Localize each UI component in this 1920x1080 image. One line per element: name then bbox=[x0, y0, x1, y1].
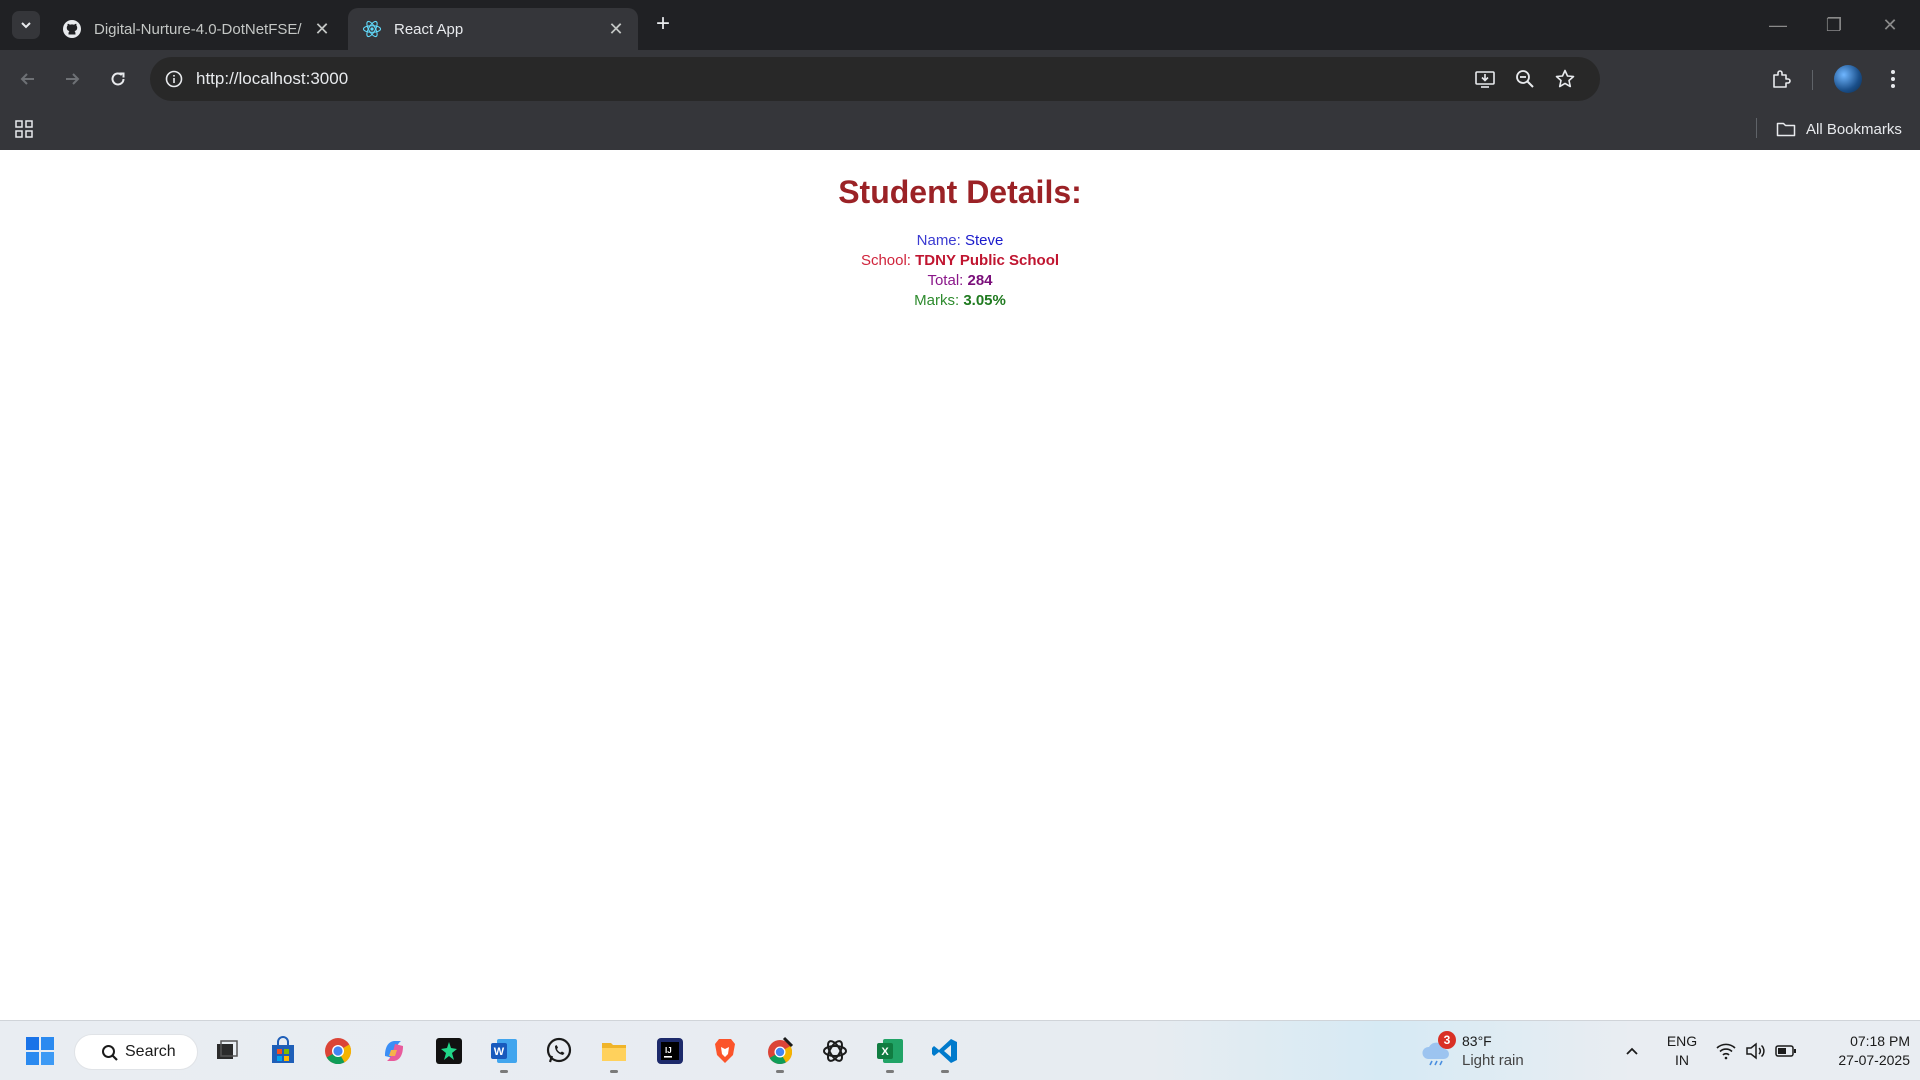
microsoft-store-icon[interactable] bbox=[263, 1031, 303, 1071]
detail-row-marks: Marks: 3.05% bbox=[0, 291, 1920, 311]
browser-toolbar: http://localhost:3000 bbox=[0, 50, 1920, 108]
battery-icon[interactable] bbox=[1774, 1039, 1798, 1063]
forward-button[interactable] bbox=[57, 64, 87, 94]
minimize-icon[interactable]: — bbox=[1758, 10, 1798, 40]
close-icon[interactable]: ✕ bbox=[312, 19, 332, 39]
tab-title: Digital-Nurture-4.0-DotNetFSE/ bbox=[94, 20, 302, 38]
chevron-up-icon bbox=[1626, 1047, 1638, 1055]
tab-title: React App bbox=[394, 20, 464, 38]
chrome-dev-icon[interactable] bbox=[760, 1031, 800, 1073]
detail-label: Name: bbox=[916, 232, 965, 249]
file-explorer-icon[interactable] bbox=[594, 1031, 634, 1073]
arrow-left-icon bbox=[20, 73, 34, 85]
region-code: IN bbox=[1675, 1052, 1689, 1068]
page-viewport: Student Details: Name: Steve School: TDN… bbox=[0, 150, 1920, 1020]
detail-row-name: Name: Steve bbox=[0, 231, 1920, 251]
tab-search-button[interactable] bbox=[12, 11, 40, 39]
all-bookmarks-label: All Bookmarks bbox=[1806, 120, 1902, 138]
start-button[interactable] bbox=[20, 1031, 60, 1071]
detail-row-school: School: TDNY Public School bbox=[0, 251, 1920, 271]
detail-label: Total: bbox=[927, 272, 968, 289]
window-close-icon[interactable]: ✕ bbox=[1870, 10, 1910, 40]
running-indicator bbox=[500, 1070, 508, 1073]
windows-taskbar: Search W IJ X 3 83°F Light rain ENG IN 0… bbox=[0, 1020, 1920, 1080]
running-indicator bbox=[886, 1070, 894, 1073]
clock-time: 07:18 PM bbox=[1850, 1033, 1910, 1049]
language-code: ENG bbox=[1666, 1033, 1698, 1049]
weather-description: Light rain bbox=[1462, 1052, 1524, 1069]
github-icon bbox=[62, 19, 82, 39]
bookmark-bar: All Bookmarks bbox=[0, 108, 1920, 150]
excel-icon[interactable]: X bbox=[870, 1031, 910, 1073]
back-button[interactable] bbox=[13, 64, 43, 94]
address-bar[interactable]: http://localhost:3000 bbox=[150, 57, 1600, 101]
detail-label: School: bbox=[860, 252, 916, 269]
chrome-icon[interactable] bbox=[318, 1031, 358, 1071]
detail-label: Marks: bbox=[914, 292, 964, 309]
show-hidden-icons-button[interactable] bbox=[1620, 1039, 1644, 1063]
weather-widget[interactable]: 3 83°F Light rain bbox=[1420, 1029, 1560, 1073]
intellij-icon[interactable]: IJ bbox=[650, 1031, 690, 1071]
page-title: Student Details: bbox=[838, 174, 1082, 210]
toolbar-divider bbox=[1812, 70, 1813, 90]
apps-grid-icon[interactable] bbox=[12, 117, 36, 141]
bookmark-divider bbox=[1756, 118, 1757, 138]
install-app-icon[interactable] bbox=[1473, 67, 1497, 91]
chatgpt-icon[interactable] bbox=[815, 1031, 855, 1071]
windows-logo-icon bbox=[26, 1037, 54, 1065]
restore-icon[interactable]: ❐ bbox=[1814, 10, 1854, 40]
vscode-icon[interactable] bbox=[925, 1031, 965, 1073]
detail-row-total: Total: 284 bbox=[0, 271, 1920, 291]
copilot-icon[interactable] bbox=[374, 1031, 414, 1071]
site-info-icon[interactable] bbox=[162, 67, 186, 91]
volume-icon[interactable] bbox=[1744, 1039, 1768, 1063]
student-details-list: Name: Steve School: TDNY Public School T… bbox=[0, 231, 1920, 311]
running-indicator bbox=[776, 1070, 784, 1073]
zoom-icon[interactable] bbox=[1513, 67, 1537, 91]
more-menu-icon[interactable] bbox=[1878, 64, 1908, 94]
whatsapp-icon[interactable] bbox=[539, 1031, 579, 1071]
search-icon bbox=[102, 1045, 118, 1061]
all-bookmarks-button[interactable]: All Bookmarks bbox=[1776, 116, 1902, 142]
student-details-card: Student Details: Name: Steve School: TDN… bbox=[0, 174, 1920, 311]
close-icon[interactable]: ✕ bbox=[606, 19, 626, 39]
tab-react-app[interactable]: React App ✕ bbox=[348, 8, 638, 50]
tab-github[interactable]: Digital-Nurture-4.0-DotNetFSE/ ✕ bbox=[48, 8, 344, 50]
detail-value: Steve bbox=[965, 232, 1004, 249]
jetbrains-app-icon[interactable] bbox=[429, 1031, 469, 1071]
svg-text:W: W bbox=[494, 1046, 505, 1058]
running-indicator bbox=[610, 1070, 618, 1073]
reload-icon bbox=[111, 72, 125, 86]
system-clock[interactable]: 07:18 PM 27-07-2025 bbox=[1810, 1032, 1910, 1070]
tab-bar: Digital-Nurture-4.0-DotNetFSE/ ✕ React A… bbox=[0, 0, 1920, 50]
running-indicator bbox=[941, 1070, 949, 1073]
taskbar-search[interactable]: Search bbox=[74, 1034, 198, 1070]
weather-alert-badge: 3 bbox=[1438, 1031, 1456, 1049]
chevron-down-icon bbox=[21, 22, 31, 29]
arrow-right-icon bbox=[66, 73, 80, 85]
reload-button[interactable] bbox=[103, 64, 133, 94]
folder-icon bbox=[1776, 121, 1796, 137]
detail-value: 3.05% bbox=[963, 292, 1006, 309]
url-text[interactable]: http://localhost:3000 bbox=[196, 69, 348, 89]
bookmark-star-icon[interactable] bbox=[1553, 67, 1577, 91]
svg-text:IJ: IJ bbox=[665, 1046, 672, 1055]
weather-temperature: 83°F bbox=[1462, 1033, 1492, 1049]
detail-value: TDNY Public School bbox=[915, 252, 1060, 269]
wifi-icon[interactable] bbox=[1714, 1039, 1738, 1063]
word-icon[interactable]: W bbox=[484, 1031, 524, 1073]
detail-value: 284 bbox=[967, 272, 993, 289]
task-view-icon[interactable] bbox=[207, 1031, 247, 1071]
new-tab-button[interactable]: + bbox=[650, 12, 676, 38]
profile-avatar[interactable] bbox=[1834, 65, 1862, 93]
clock-date: 27-07-2025 bbox=[1838, 1052, 1910, 1068]
search-label: Search bbox=[125, 1043, 176, 1060]
react-icon bbox=[362, 19, 382, 39]
svg-text:X: X bbox=[881, 1046, 889, 1058]
brave-icon[interactable] bbox=[705, 1031, 745, 1071]
language-indicator[interactable]: ENG IN bbox=[1666, 1032, 1698, 1070]
extensions-icon[interactable] bbox=[1766, 64, 1796, 94]
